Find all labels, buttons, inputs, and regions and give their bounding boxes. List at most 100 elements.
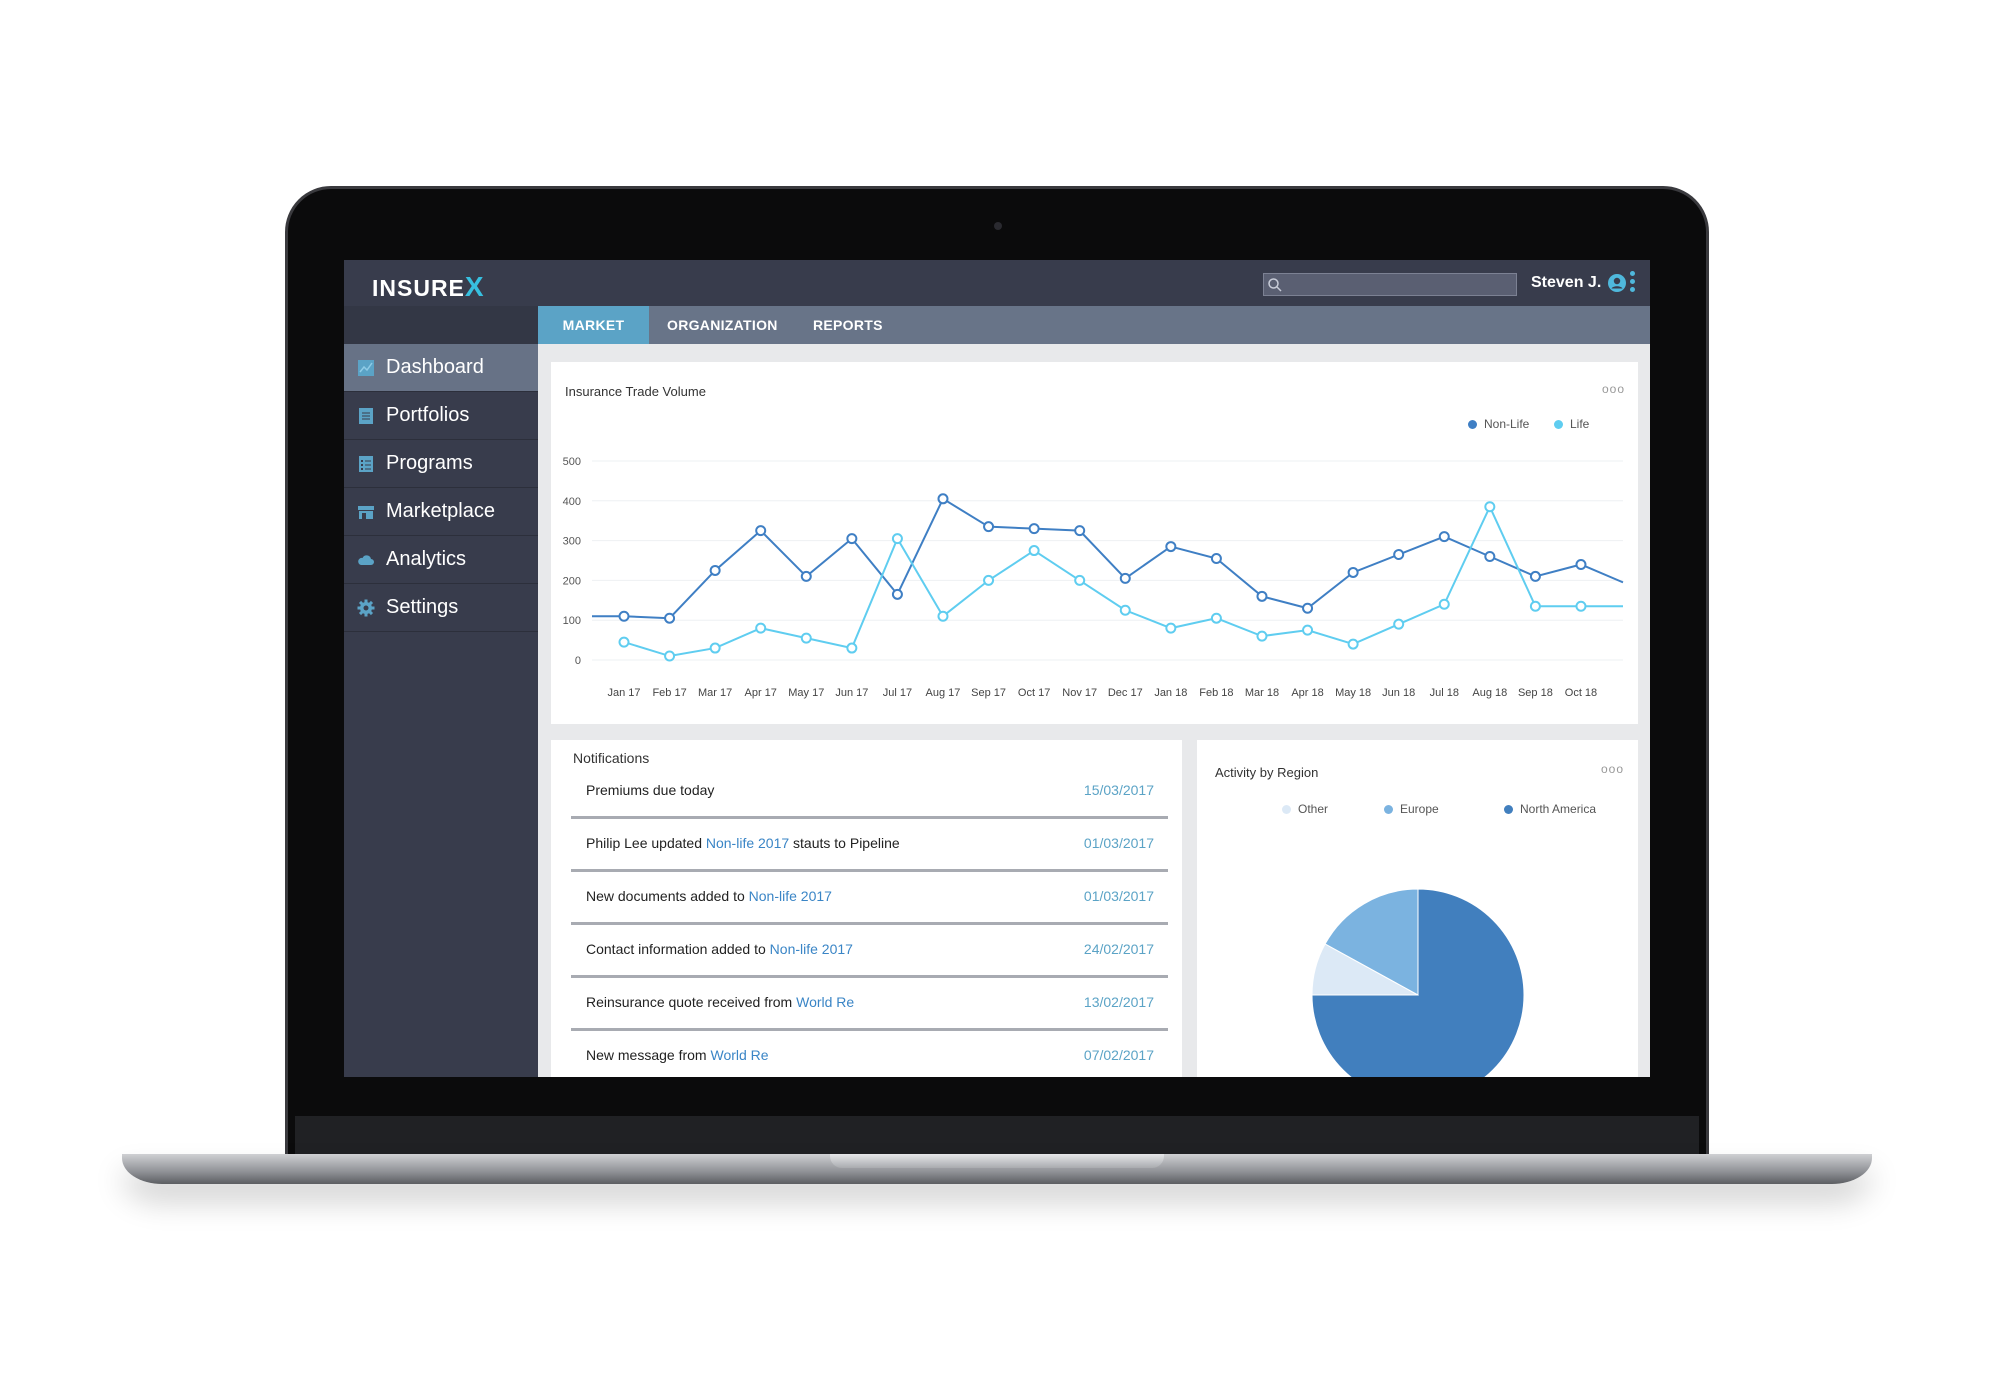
notifications-card: Notifications Premiums due today 15/03/20… xyxy=(551,740,1182,1077)
y-tick-label: 300 xyxy=(563,536,581,548)
notification-item[interactable]: Philip Lee updated Non-life 2017 stauts … xyxy=(571,819,1168,872)
notification-text: Contact information added to Non-life 20… xyxy=(586,941,853,957)
notification-link[interactable]: World Re xyxy=(796,994,854,1010)
notification-link[interactable]: World Re xyxy=(710,1047,768,1063)
x-tick-label: Feb 18 xyxy=(1199,687,1233,699)
cloud-icon xyxy=(356,550,376,570)
x-tick-label: Aug 17 xyxy=(926,687,961,699)
x-tick-label: Jan 17 xyxy=(607,687,640,699)
data-point xyxy=(1165,622,1177,634)
gear-icon xyxy=(356,598,376,618)
data-point xyxy=(937,493,949,505)
data-point xyxy=(1074,574,1086,586)
notification-text: Reinsurance quote received from World Re xyxy=(586,994,855,1010)
y-tick-label: 400 xyxy=(563,496,581,508)
series-line-non-life xyxy=(592,497,1624,620)
tab-market[interactable]: MARKET xyxy=(538,306,649,344)
data-point xyxy=(709,564,721,576)
sidebar: Dashboard Portfolios Programs Marketplace An… xyxy=(344,306,538,1077)
x-tick-label: Dec 17 xyxy=(1108,687,1143,699)
list-icon xyxy=(356,454,376,474)
logo[interactable]: INSUREX xyxy=(372,271,485,303)
sidebar-item-portfolios[interactable]: Portfolios xyxy=(344,392,538,440)
notification-text: Philip Lee updated Non-life 2017 stauts … xyxy=(586,835,900,851)
data-point xyxy=(755,622,767,634)
user-name[interactable]: Steven J. xyxy=(1531,274,1601,292)
logo-text: INSURE xyxy=(372,275,465,301)
notification-date: 01/03/2017 xyxy=(1083,888,1154,904)
sidebar-item-analytics[interactable]: Analytics xyxy=(344,536,538,584)
x-tick-label: Feb 17 xyxy=(652,687,686,699)
data-point xyxy=(1484,501,1496,513)
data-point xyxy=(983,574,995,586)
sidebar-item-label: Dashboard xyxy=(386,356,484,378)
data-point xyxy=(891,533,903,545)
x-tick-label: Nov 17 xyxy=(1062,687,1097,699)
data-point xyxy=(1575,600,1587,612)
data-point xyxy=(1438,531,1450,543)
notification-link[interactable]: Non-life 2017 xyxy=(706,835,789,851)
notifications-title: Notifications xyxy=(573,750,650,766)
data-point xyxy=(1119,604,1131,616)
x-tick-label: Jul 18 xyxy=(1430,687,1459,699)
data-point xyxy=(1347,566,1359,578)
notification-item[interactable]: Premiums due today 15/03/2017 xyxy=(571,766,1168,819)
sidebar-item-dashboard[interactable]: Dashboard xyxy=(344,344,538,392)
notification-item[interactable]: New documents added to Non-life 2017 01/0… xyxy=(571,872,1168,925)
data-point xyxy=(664,650,676,662)
x-tick-label: May 17 xyxy=(788,687,824,699)
x-tick-label: Aug 18 xyxy=(1472,687,1507,699)
data-point xyxy=(1529,570,1541,582)
y-tick-label: 0 xyxy=(575,655,581,667)
data-point xyxy=(755,525,767,537)
data-point xyxy=(618,610,630,622)
x-tick-label: Sep 17 xyxy=(971,687,1006,699)
x-tick-label: Jan 18 xyxy=(1154,687,1187,699)
notification-date: 24/02/2017 xyxy=(1083,941,1154,957)
x-tick-label: Jun 17 xyxy=(835,687,868,699)
sidebar-item-label: Programs xyxy=(386,452,473,474)
y-tick-label: 200 xyxy=(563,575,581,587)
data-point xyxy=(1393,549,1405,561)
data-point xyxy=(1028,523,1040,535)
x-tick-label: Sep 18 xyxy=(1518,687,1553,699)
data-point xyxy=(1393,618,1405,630)
notification-date: 07/02/2017 xyxy=(1083,1047,1154,1063)
sidebar-item-marketplace[interactable]: Marketplace xyxy=(344,488,538,536)
tab-organization[interactable]: ORGANIZATION xyxy=(667,306,778,344)
sidebar-item-label: Settings xyxy=(386,596,459,618)
data-point xyxy=(800,570,812,582)
data-point xyxy=(618,636,630,648)
tab-reports[interactable]: REPORTS xyxy=(813,306,883,344)
data-point xyxy=(800,632,812,644)
notification-text: New documents added to Non-life 2017 xyxy=(586,888,832,904)
data-point xyxy=(1302,602,1314,614)
notification-date: 13/02/2017 xyxy=(1083,994,1154,1010)
sidebar-item-programs[interactable]: Programs xyxy=(344,440,538,488)
sidebar-item-settings[interactable]: Settings xyxy=(344,584,538,632)
x-tick-label: Oct 18 xyxy=(1565,687,1597,699)
data-point xyxy=(1074,525,1086,537)
data-point xyxy=(1256,590,1268,602)
data-point xyxy=(1210,612,1222,624)
notification-link[interactable]: Non-life 2017 xyxy=(749,888,832,904)
logo-x: X xyxy=(464,271,485,302)
notification-item[interactable]: Reinsurance quote received from World Re… xyxy=(571,978,1168,1031)
notification-link[interactable]: Non-life 2017 xyxy=(770,941,853,957)
notification-item[interactable]: Contact information added to Non-life 20… xyxy=(571,925,1168,978)
data-point xyxy=(1529,600,1541,612)
data-point xyxy=(891,588,903,600)
trade-volume-card: Insurance Trade Volume ooo Non-Life Life… xyxy=(551,362,1638,724)
more-menu-icon[interactable] xyxy=(1630,271,1636,295)
search-box[interactable] xyxy=(1263,273,1517,296)
app-screen: INSUREX Steven J. Dashboard Portfolios Pro… xyxy=(344,260,1650,1077)
data-point xyxy=(1484,551,1496,563)
store-icon xyxy=(356,502,376,522)
data-point xyxy=(937,610,949,622)
notification-item[interactable]: New message from World Re 07/02/2017 xyxy=(571,1031,1168,1077)
user-avatar-icon[interactable] xyxy=(1607,273,1627,293)
x-tick-label: Oct 17 xyxy=(1018,687,1050,699)
sidebar-item-label: Portfolios xyxy=(386,404,470,426)
data-point xyxy=(846,533,858,545)
data-point xyxy=(1210,553,1222,565)
